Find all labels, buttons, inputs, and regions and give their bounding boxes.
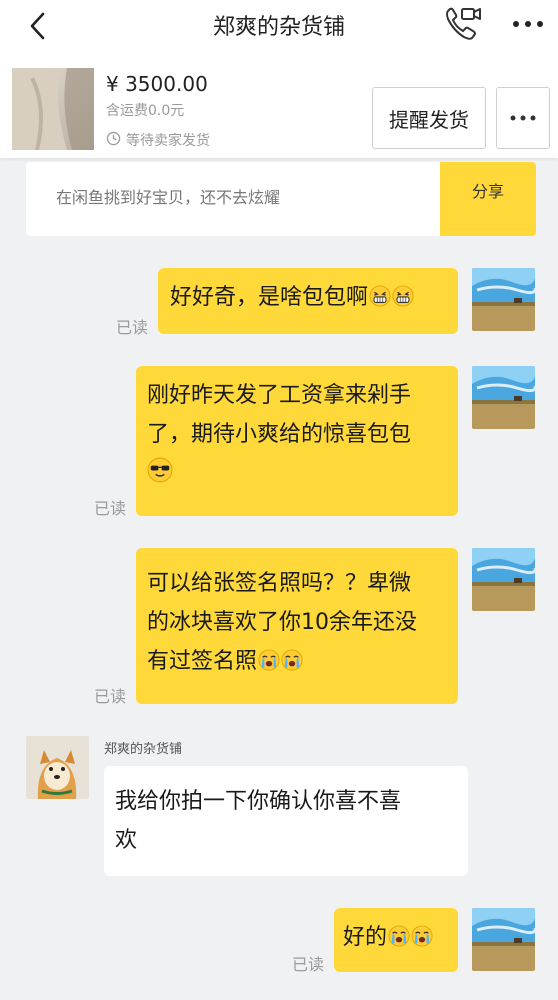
clock-icon (106, 131, 121, 150)
sender-name: 郑爽的杂货铺 (104, 742, 183, 757)
grinning-emoji (369, 285, 391, 307)
share-button[interactable]: 分享 (440, 162, 536, 236)
more-dots-icon[interactable] (508, 10, 548, 38)
avatar[interactable] (472, 908, 535, 971)
read-receipt: 已读 (116, 318, 149, 337)
message-line: 了，期待小爽给的惊喜包包 (147, 422, 412, 447)
read-receipt: 已读 (292, 955, 325, 974)
crying-emoji (388, 925, 410, 947)
more-dots-icon (510, 115, 536, 121)
seller-avatar[interactable] (26, 736, 89, 799)
product-thumbnail[interactable] (12, 68, 94, 150)
order-status: 等待卖家发货 (106, 130, 210, 150)
message-line: 的冰块喜欢了你10余年还没 (147, 610, 417, 635)
product-price: ¥ 3500.00 (106, 72, 208, 96)
read-receipt: 已读 (94, 499, 127, 518)
product-bar[interactable]: ¥ 3500.00 含运费0.0元 等待卖家发货 提醒发货 (0, 52, 558, 158)
message-text: 好好奇，是啥包包啊 (170, 285, 369, 310)
grinning-emoji (392, 285, 414, 307)
read-receipt: 已读 (94, 687, 127, 706)
phone-video-icon[interactable] (444, 5, 484, 43)
remind-ship-button[interactable]: 提醒发货 (372, 87, 486, 149)
message-line: 有过签名照 (147, 649, 258, 674)
message-bubble[interactable]: 好的 (334, 908, 458, 972)
share-card: 在闲鱼挑到好宝贝，还不去炫耀 分享 (26, 162, 536, 236)
order-status-label: 等待卖家发货 (126, 133, 210, 149)
message-bubble[interactable]: 好好奇，是啥包包啊 (158, 268, 458, 334)
message-line: 我给你拍一下你确认你喜不喜 (115, 789, 402, 814)
message-bubble[interactable]: 刚好昨天发了工资拿来剁手 了，期待小爽给的惊喜包包 (136, 366, 458, 516)
avatar[interactable] (472, 548, 535, 611)
avatar[interactable] (472, 268, 535, 331)
message-text: 好的 (343, 925, 388, 950)
message-bubble[interactable]: 我给你拍一下你确认你喜不喜 欢 (104, 766, 468, 876)
message-line: 可以给张签名照吗？？卑微 (147, 571, 412, 596)
crying-emoji (258, 649, 280, 671)
crying-emoji (281, 649, 303, 671)
sunglasses-emoji (147, 457, 173, 483)
message-bubble[interactable]: 可以给张签名照吗？？卑微 的冰块喜欢了你10余年还没 有过签名照 (136, 548, 458, 704)
shipping-fee: 含运费0.0元 (106, 103, 185, 119)
share-prompt: 在闲鱼挑到好宝贝，还不去炫耀 (56, 188, 281, 207)
avatar[interactable] (472, 366, 535, 429)
chat-header: 郑爽的杂货铺 (0, 0, 558, 52)
crying-emoji (411, 925, 433, 947)
message-line: 欢 (115, 828, 138, 853)
message-line: 刚好昨天发了工资拿来剁手 (147, 383, 412, 408)
product-more-button[interactable] (496, 87, 550, 149)
